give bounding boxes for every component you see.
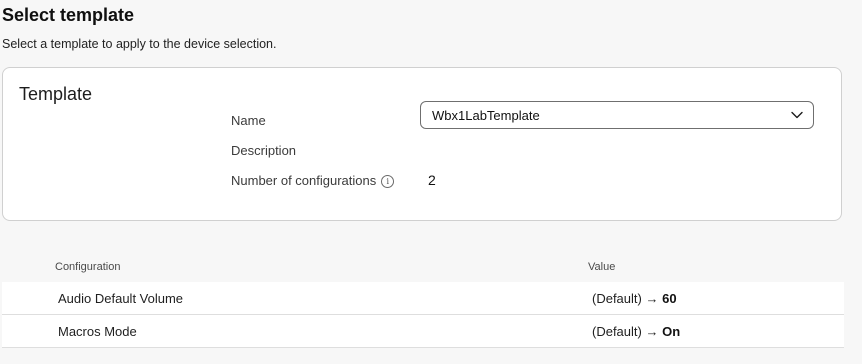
configurations-count-value: 2 (428, 172, 436, 188)
template-select[interactable]: Wbx1LabTemplate (420, 101, 814, 129)
configurations-count-label-text: Number of configurations (231, 173, 377, 188)
select-template-page: Select template Select a template to app… (0, 0, 862, 364)
configuration-cell: Audio Default Volume (58, 291, 184, 306)
page-title: Select template (2, 5, 135, 25)
configured-value: 60 (662, 291, 677, 306)
configuration-cell: Macros Mode (58, 324, 137, 339)
arrow-right-icon: → (645, 324, 659, 339)
default-prefix: (Default) (592, 324, 642, 339)
template-select-value: Wbx1LabTemplate (432, 107, 540, 123)
page-subtitle: Select a template to apply to the device… (2, 37, 277, 51)
info-icon[interactable]: i (381, 175, 395, 188)
name-label: Name (231, 113, 266, 128)
chevron-down-icon (791, 111, 803, 119)
name-label-text: Name (231, 113, 266, 128)
column-header-value: Value (588, 261, 616, 273)
value-cell: (Default) → On (592, 324, 680, 339)
configurations-count-label: Number of configurations i (231, 173, 395, 188)
value-cell: (Default) → 60 (592, 291, 677, 306)
default-prefix: (Default) (592, 291, 642, 306)
description-label: Description (231, 143, 296, 158)
column-header-configuration: Configuration (55, 261, 121, 273)
configured-value: On (662, 324, 681, 339)
table-row: Audio Default Volume (Default) → 60 (2, 282, 844, 315)
arrow-right-icon: → (645, 291, 659, 306)
template-card-title: Template (19, 84, 93, 104)
description-label-text: Description (231, 143, 297, 158)
table-row: Macros Mode (Default) → On (2, 315, 844, 348)
configuration-table-header: Configuration Value (2, 259, 844, 275)
template-card: Template Name Wbx1LabTemplate Descriptio… (2, 67, 842, 221)
